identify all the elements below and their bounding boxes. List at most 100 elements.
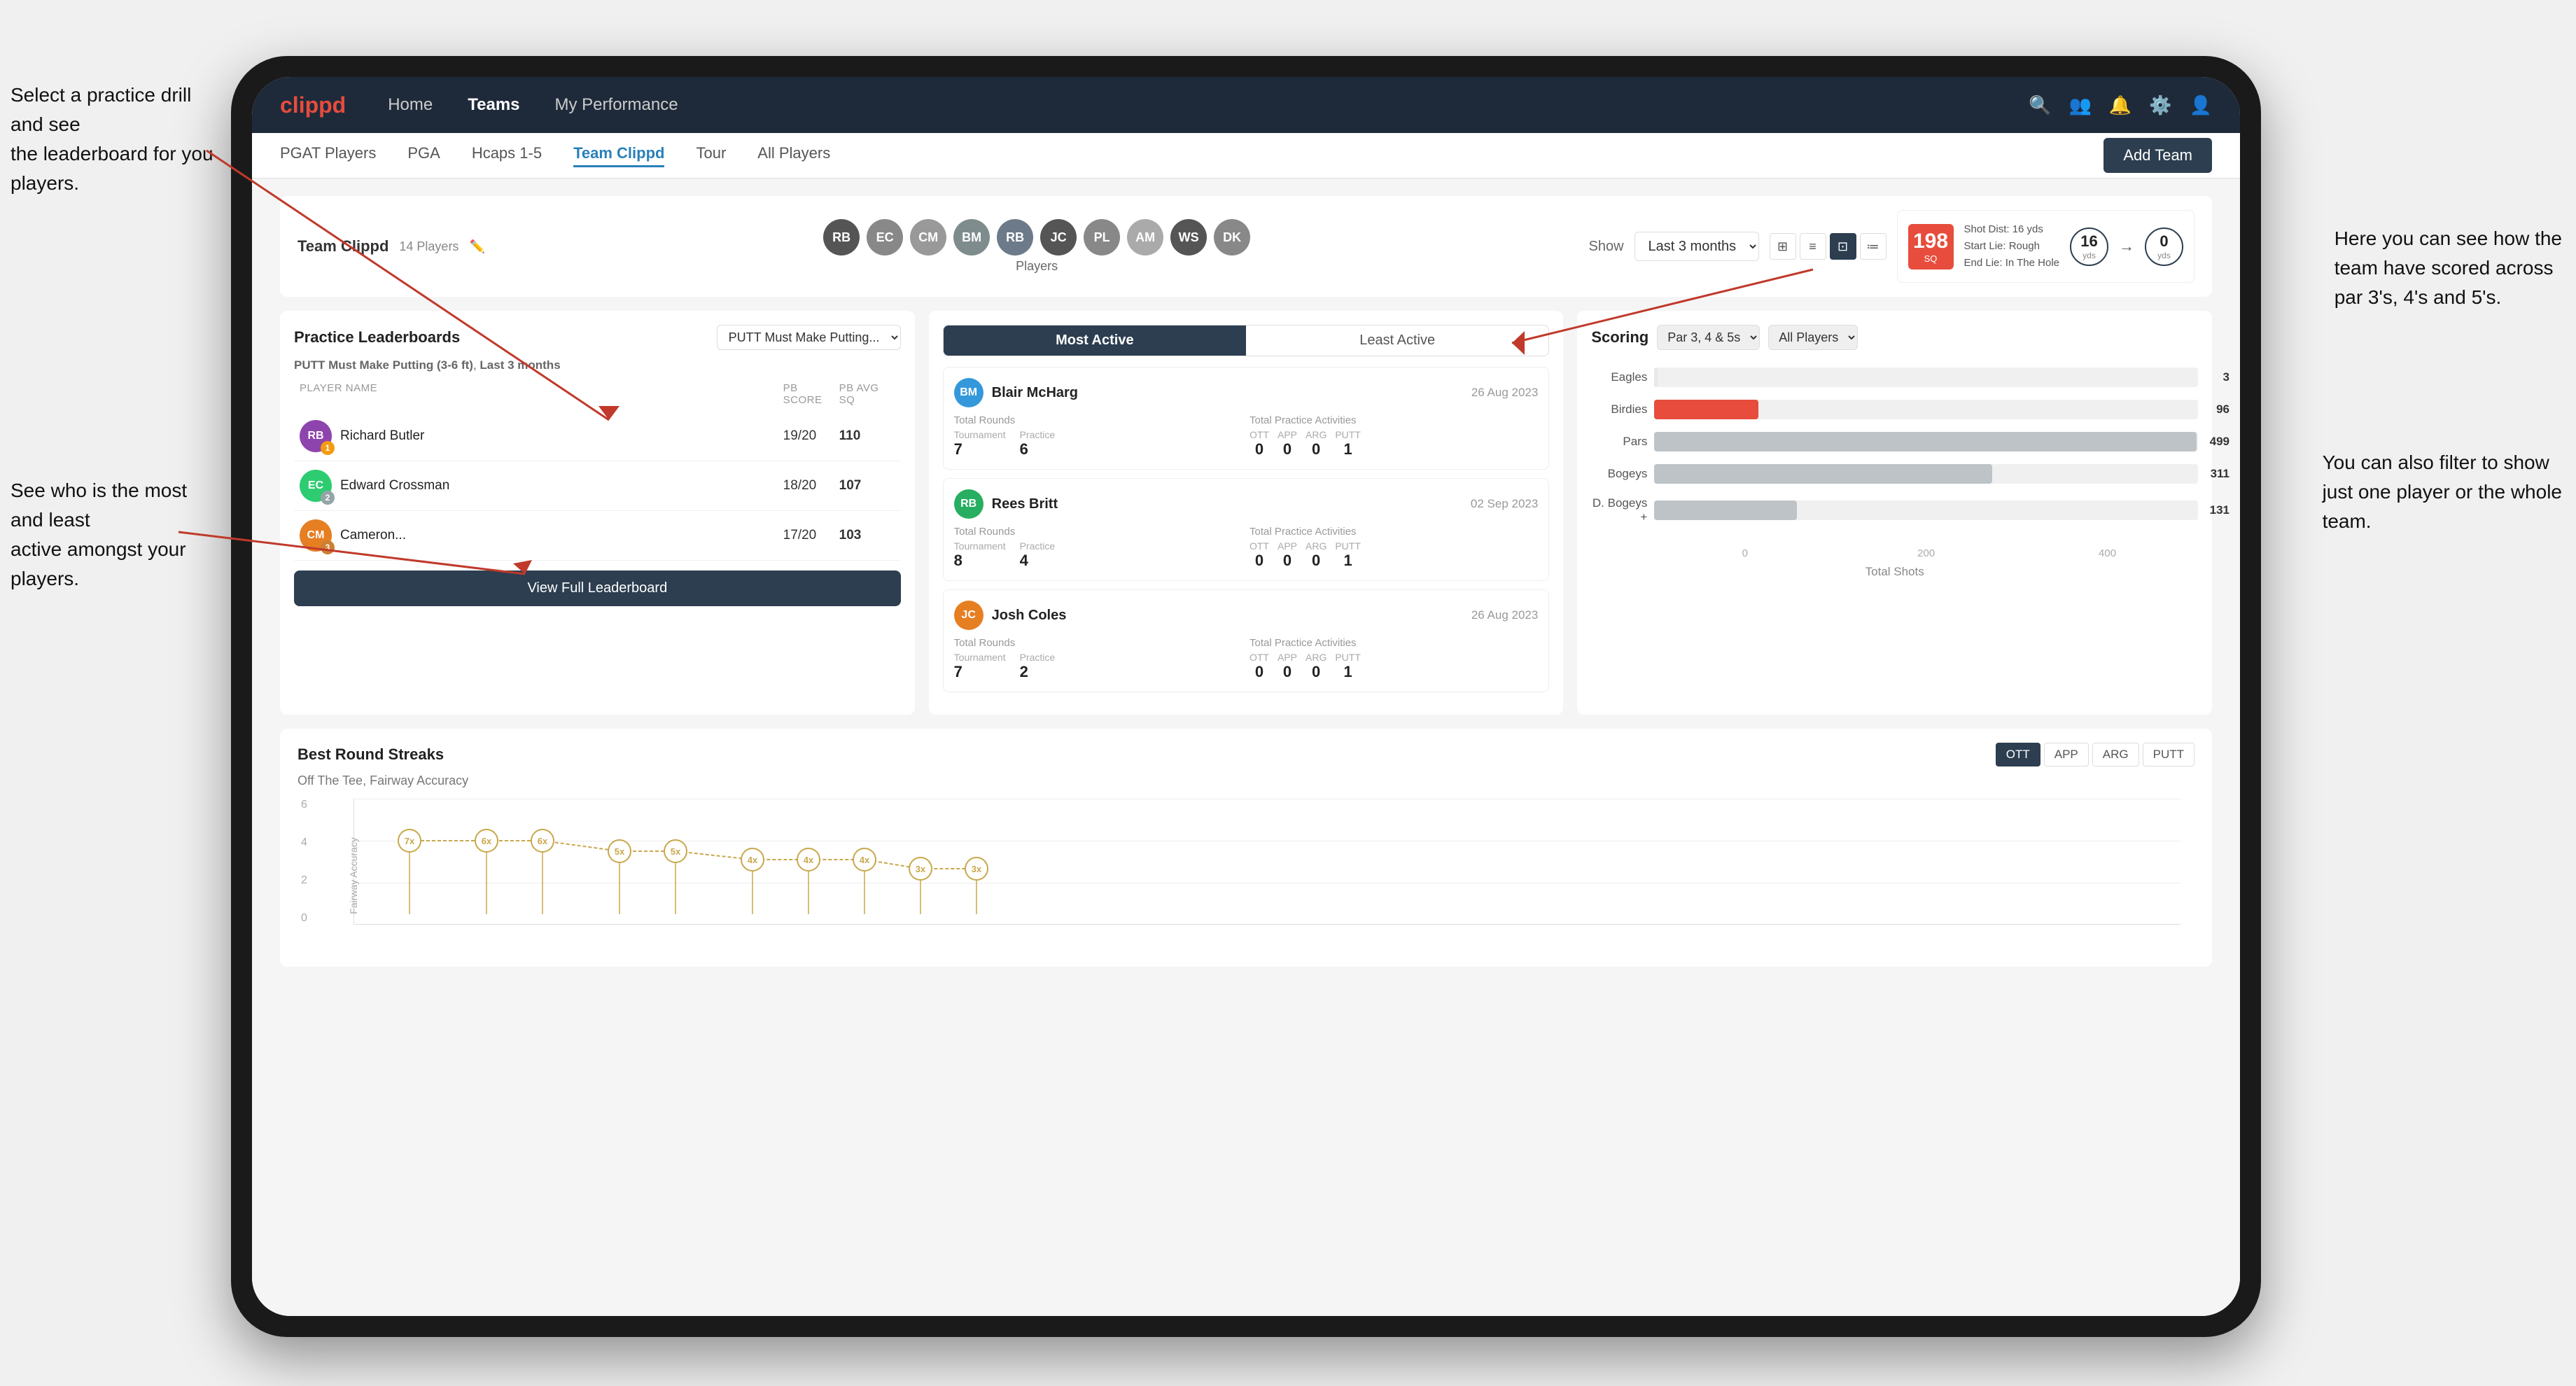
filter-ott-button[interactable]: OTT xyxy=(1996,743,2040,766)
most-active-card: Most Active Least Active BM Blair McHarg… xyxy=(929,311,1564,715)
nav-item-home[interactable]: Home xyxy=(388,95,433,115)
pac-header: JC Josh Coles 26 Aug 2023 xyxy=(954,601,1539,630)
subnav-tour[interactable]: Tour xyxy=(696,144,726,167)
rank-badge: 3 xyxy=(321,540,335,554)
user-avatar-icon[interactable]: 👤 xyxy=(2190,94,2212,116)
nav-item-teams[interactable]: Teams xyxy=(468,95,519,115)
bar-row-dbogeys: D. Bogeys + 131 xyxy=(1591,496,2198,524)
bar-fill xyxy=(1654,432,2197,451)
avatar[interactable]: JC xyxy=(1040,219,1077,255)
drill-subtitle: PUTT Must Make Putting (3-6 ft), Last 3 … xyxy=(294,358,901,372)
most-active-tab[interactable]: Most Active xyxy=(944,326,1246,356)
players-section: RB EC CM BM RB JC PL AM WS DK Players xyxy=(485,219,1589,274)
end-yds-circle: 0 yds xyxy=(2145,227,2183,266)
best-round-streaks-card: Best Round Streaks OTT APP ARG PUTT Off … xyxy=(280,729,2212,967)
main-content: Team Clippd 14 Players ✏️ RB EC CM BM RB… xyxy=(252,178,2240,1316)
team-controls: Show Last 3 months ⊞ ≡ ⊡ ≔ xyxy=(1588,232,1886,261)
svg-text:4x: 4x xyxy=(748,855,758,865)
svg-text:5x: 5x xyxy=(615,846,625,857)
people-icon[interactable]: 👥 xyxy=(2069,94,2092,116)
pac-header: RB Rees Britt 02 Sep 2023 xyxy=(954,489,1539,519)
leaderboard-row[interactable]: EC 2 Edward Crossman 18/20 107 xyxy=(294,461,901,511)
period-select[interactable]: Last 3 months xyxy=(1634,232,1759,261)
bell-icon[interactable]: 🔔 xyxy=(2109,94,2132,116)
nav-icons: 🔍 👥 🔔 ⚙️ 👤 xyxy=(2029,94,2212,116)
streaks-subtitle: Off The Tee, Fairway Accuracy xyxy=(298,774,2194,788)
players-filter-select[interactable]: All Players xyxy=(1768,325,1858,350)
lb-player: RB 1 Richard Butler xyxy=(300,420,783,452)
subnav-pgat[interactable]: PGAT Players xyxy=(280,144,376,167)
card-view-button[interactable]: ⊡ xyxy=(1830,233,1856,260)
shot-detail-card: 198 SQ Shot Dist: 16 yds Start Lie: Roug… xyxy=(1897,210,2194,283)
lb-avatar: EC 2 xyxy=(300,470,332,502)
practice-activities-group: Total Practice Activities OTT 0 APP 0 xyxy=(1250,414,1538,458)
navbar: clippd Home Teams My Performance 🔍 👥 🔔 ⚙… xyxy=(252,77,2240,133)
drill-select[interactable]: PUTT Must Make Putting... xyxy=(717,325,901,350)
scoring-card: Scoring Par 3, 4 & 5s All Players Eagles xyxy=(1577,311,2212,715)
streak-chart-svg: 7x 6x 6x 5x 5x 4x 4x xyxy=(354,799,2180,925)
practice-activities-group: Total Practice Activities OTT 0 APP 0 xyxy=(1250,526,1538,570)
settings-icon[interactable]: ⚙️ xyxy=(2149,94,2171,116)
subnav-pga[interactable]: PGA xyxy=(407,144,440,167)
bar-row-birdies: Birdies 96 xyxy=(1591,400,2198,419)
avatar[interactable]: WS xyxy=(1170,219,1207,255)
svg-text:5x: 5x xyxy=(671,846,681,857)
filter-putt-button[interactable]: PUTT xyxy=(2143,743,2194,766)
view-full-leaderboard-button[interactable]: View Full Leaderboard xyxy=(294,570,901,606)
grid-view-button[interactable]: ⊞ xyxy=(1770,233,1796,260)
avatar[interactable]: BM xyxy=(953,219,990,255)
lb-player: CM 3 Cameron... xyxy=(300,519,783,552)
avatar[interactable]: PL xyxy=(1084,219,1120,255)
bar-fill xyxy=(1654,500,1796,520)
leaderboard-row[interactable]: RB 1 Richard Butler 19/20 110 xyxy=(294,412,901,461)
shot-score-box: 198 SQ xyxy=(1908,224,1954,270)
active-tabs: Most Active Least Active xyxy=(943,325,1550,356)
pac-avatar: RB xyxy=(954,489,983,519)
view-icons: ⊞ ≡ ⊡ ≔ xyxy=(1770,233,1886,260)
bar-fill xyxy=(1654,368,1658,387)
arrow-right-icon: → xyxy=(2119,237,2134,255)
filter-arg-button[interactable]: ARG xyxy=(2092,743,2139,766)
annotation-bottom-left: See who is the most and leastactive amon… xyxy=(10,476,220,594)
pac-stats: Total Rounds Tournament 7 Practice 2 xyxy=(954,637,1539,681)
avatar[interactable]: EC xyxy=(867,219,903,255)
practice-activities-group: Total Practice Activities OTT 0 APP 0 xyxy=(1250,637,1538,681)
filter-app-button[interactable]: APP xyxy=(2044,743,2089,766)
avatar[interactable]: AM xyxy=(1127,219,1163,255)
bar-row-bogeys: Bogeys 311 xyxy=(1591,464,2198,484)
avatar[interactable]: RB xyxy=(997,219,1033,255)
nav-item-performance[interactable]: My Performance xyxy=(555,95,678,115)
pac-avatar: BM xyxy=(954,378,983,407)
filter-view-button[interactable]: ≔ xyxy=(1860,233,1886,260)
avatar[interactable]: DK xyxy=(1214,219,1250,255)
bar-track: 3 xyxy=(1654,368,2198,387)
avatar[interactable]: CM xyxy=(910,219,946,255)
par-filter-select[interactable]: Par 3, 4 & 5s xyxy=(1657,325,1760,350)
streak-chart-area: 6 4 2 0 xyxy=(354,799,2194,953)
chart-x-title: Total Shots xyxy=(1591,565,2198,579)
least-active-tab[interactable]: Least Active xyxy=(1246,326,1548,356)
subnav-hcaps[interactable]: Hcaps 1-5 xyxy=(472,144,542,167)
svg-text:6x: 6x xyxy=(538,836,548,846)
practice-leaderboards-card: Practice Leaderboards PUTT Must Make Put… xyxy=(280,311,915,715)
shot-details-text: Shot Dist: 16 yds Start Lie: Rough End L… xyxy=(1964,221,2059,272)
leaderboard-header: Practice Leaderboards PUTT Must Make Put… xyxy=(294,325,901,350)
avatar[interactable]: RB xyxy=(823,219,860,255)
pac-player: JC Josh Coles xyxy=(954,601,1067,630)
lb-player: EC 2 Edward Crossman xyxy=(300,470,783,502)
leaderboard-table-header: PLAYER NAME PB SCORE PB AVG SQ xyxy=(294,382,901,406)
bar-fill xyxy=(1654,400,1758,419)
annotation-top-left: Select a practice drill and seethe leade… xyxy=(10,80,220,198)
subnav-team-clippd[interactable]: Team Clippd xyxy=(573,144,664,167)
subnav-all-players[interactable]: All Players xyxy=(757,144,830,167)
svg-text:4x: 4x xyxy=(860,855,870,865)
leaderboard-row[interactable]: CM 3 Cameron... 17/20 103 xyxy=(294,511,901,561)
add-team-button[interactable]: Add Team xyxy=(2104,138,2212,173)
edit-icon[interactable]: ✏️ xyxy=(469,239,484,254)
total-rounds-group: Total Rounds Tournament 7 Practice 2 xyxy=(954,637,1242,681)
bar-track: 499 xyxy=(1654,432,2198,451)
search-icon[interactable]: 🔍 xyxy=(2029,94,2051,116)
list-view-button[interactable]: ≡ xyxy=(1800,233,1826,260)
subnav: PGAT Players PGA Hcaps 1-5 Team Clippd T… xyxy=(252,133,2240,178)
start-yds-circle: 16 yds xyxy=(2070,227,2108,266)
